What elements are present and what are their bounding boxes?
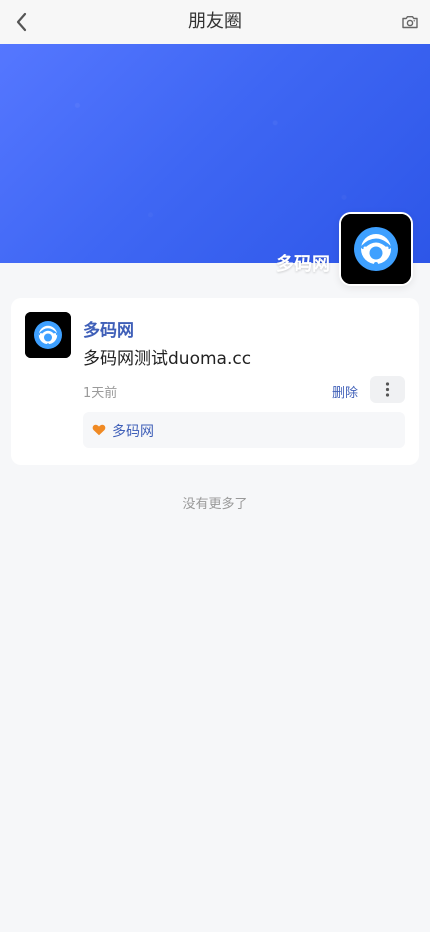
liker-name[interactable]: 多码网: [112, 421, 154, 441]
camera-button[interactable]: [400, 12, 420, 32]
post-content-text: 多码网测试duoma.cc: [83, 349, 252, 369]
post-avatar[interactable]: [25, 312, 71, 358]
delete-button[interactable]: 删除: [332, 382, 358, 401]
more-options-button[interactable]: [370, 376, 405, 403]
likes-bar: 多码网: [83, 412, 405, 448]
profile-avatar[interactable]: [339, 212, 413, 286]
top-navigation-bar: 朋友圈: [0, 0, 430, 44]
moment-card: 多码网 多码网测试duoma.cc 1天前 删除 多码网: [11, 298, 419, 465]
profile-name: 多码网: [276, 254, 330, 275]
end-of-list-text: 没有更多了: [182, 497, 248, 512]
post-author-name[interactable]: 多码网: [83, 316, 134, 341]
heart-icon: [92, 423, 106, 437]
more-vertical-icon: [385, 382, 390, 397]
post-time: 1天前: [83, 386, 118, 401]
page-title: 朋友圈: [188, 11, 242, 32]
camera-icon: [402, 16, 418, 29]
moments-page: 朋友圈 多码网 多码网 多码网测试duoma.cc 1天前 删除 多码网 没有更…: [0, 0, 430, 932]
customer-service-logo-icon: [25, 312, 71, 358]
customer-service-logo-icon: [341, 214, 411, 284]
